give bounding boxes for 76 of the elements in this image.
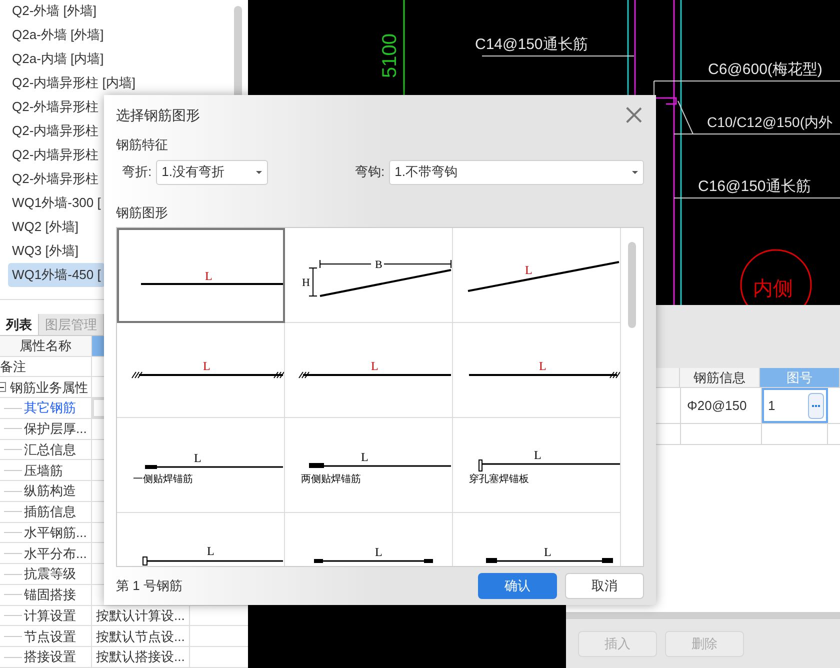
section-label: 钢筋特征: [116, 136, 169, 154]
property-name: 锚固搭接: [24, 586, 76, 604]
more-icon[interactable]: [808, 392, 824, 418]
property-name: 抗震等级: [24, 565, 76, 584]
property-value: 按默认搭接设...: [96, 648, 185, 666]
component-item[interactable]: Q2-外墙异形柱: [8, 95, 103, 119]
length-label: L: [203, 359, 210, 373]
shape-option[interactable]: L 两侧贴焊锚筋: [285, 418, 453, 513]
rebar-annotation: C6@600(梅花型): [708, 61, 822, 78]
property-name: 水平分布...: [24, 544, 87, 563]
property-name: 钢筋业务属性: [10, 378, 88, 397]
confirm-button[interactable]: 确认: [478, 573, 557, 599]
property-name: 插筋信息: [24, 503, 76, 522]
status-text: 第 1 号钢筋: [116, 577, 184, 596]
length-label: L: [539, 359, 546, 373]
dropdown-field[interactable]: 1.没有弯折: [156, 160, 268, 184]
figure-number-field[interactable]: 1: [762, 388, 828, 423]
component-item[interactable]: WQ1外墙-450 [: [8, 263, 105, 287]
length-label: L: [205, 269, 212, 283]
property-name: 节点设置: [24, 628, 76, 646]
property-name: 纵筋构造: [24, 482, 76, 500]
circle-label: 内侧: [753, 278, 793, 300]
shape-option[interactable]: L: [117, 323, 285, 418]
shape-option[interactable]: L: [285, 323, 453, 418]
length-label: L: [375, 545, 382, 559]
shape-option[interactable]: L: [453, 323, 621, 418]
rebar-annotation: C14@150通长筋: [475, 36, 588, 53]
shape-option[interactable]: B H: [285, 228, 453, 323]
rebar-annotation: C16@150通长筋: [698, 178, 811, 195]
scrollbar[interactable]: [628, 242, 636, 328]
component-item[interactable]: WQ3 [外墙]: [8, 239, 82, 263]
component-item[interactable]: Q2-内墙异形柱: [8, 119, 103, 143]
property-name: 压墙筋: [24, 462, 63, 480]
length-label: L: [194, 451, 202, 465]
component-item[interactable]: WQ2 [外墙]: [8, 215, 82, 239]
shape-caption: 穿孔塞焊锚板: [469, 474, 529, 485]
property-name: 汇总信息: [24, 440, 76, 459]
wall-mark-drawing: [653, 97, 677, 105]
shape-caption: 一侧贴焊锚筋: [133, 474, 193, 485]
column-header: 属性名称: [0, 336, 92, 356]
property-name: 计算设置: [24, 606, 76, 625]
component-item[interactable]: Q2-外墙异形柱: [8, 167, 103, 191]
component-item[interactable]: Q2-内墙异形柱 [内墙]: [8, 71, 140, 95]
component-item[interactable]: Q2-外墙 [外墙]: [8, 0, 101, 23]
length-label: L: [361, 450, 368, 464]
length-label: L: [371, 359, 378, 373]
cancel-button[interactable]: 取消: [565, 573, 644, 599]
property-name: 搭接设置: [24, 648, 76, 666]
shape-caption: 两侧贴焊锚筋: [301, 474, 361, 485]
field-label: 弯折:: [122, 163, 152, 182]
component-item[interactable]: Q2-内墙异形柱: [8, 143, 103, 167]
height-label: H: [302, 277, 310, 289]
shape-option[interactable]: L 穿孔塞焊锚板: [453, 418, 621, 513]
property-value: 按默认节点设...: [96, 628, 185, 646]
close-icon[interactable]: [626, 107, 642, 123]
rebar-annotation: C10/C12@150(内外: [707, 114, 832, 130]
property-name: 其它钢筋: [24, 399, 76, 418]
dialog-title: 选择钢筋图形: [116, 106, 200, 124]
component-item[interactable]: WQ1外墙-300 [: [8, 191, 105, 215]
length-label: L: [534, 448, 542, 462]
length-label: L: [207, 544, 214, 558]
table-cell-text: Φ20@150: [687, 397, 747, 415]
length-label: L: [544, 545, 552, 559]
component-item[interactable]: Q2a-外墙 [外墙]: [8, 23, 108, 47]
panel-tab[interactable]: 列表: [0, 314, 39, 335]
dropdown-field[interactable]: 1.不带弯钩: [388, 160, 644, 184]
section-label: 钢筋图形: [116, 204, 169, 222]
property-name: 保护层厚...: [24, 420, 87, 438]
property-value: 按默认计算设...: [96, 606, 185, 625]
property-name: 水平钢筋...: [24, 524, 87, 542]
field-label: 弯钩:: [355, 163, 385, 182]
shape-option[interactable]: L 一侧贴焊锚筋: [117, 418, 285, 513]
component-item[interactable]: Q2a-内墙 [内墙]: [8, 47, 108, 71]
width-label: B: [375, 259, 382, 271]
property-name: 备注: [0, 358, 26, 376]
dimension-text: 5100: [379, 34, 401, 78]
